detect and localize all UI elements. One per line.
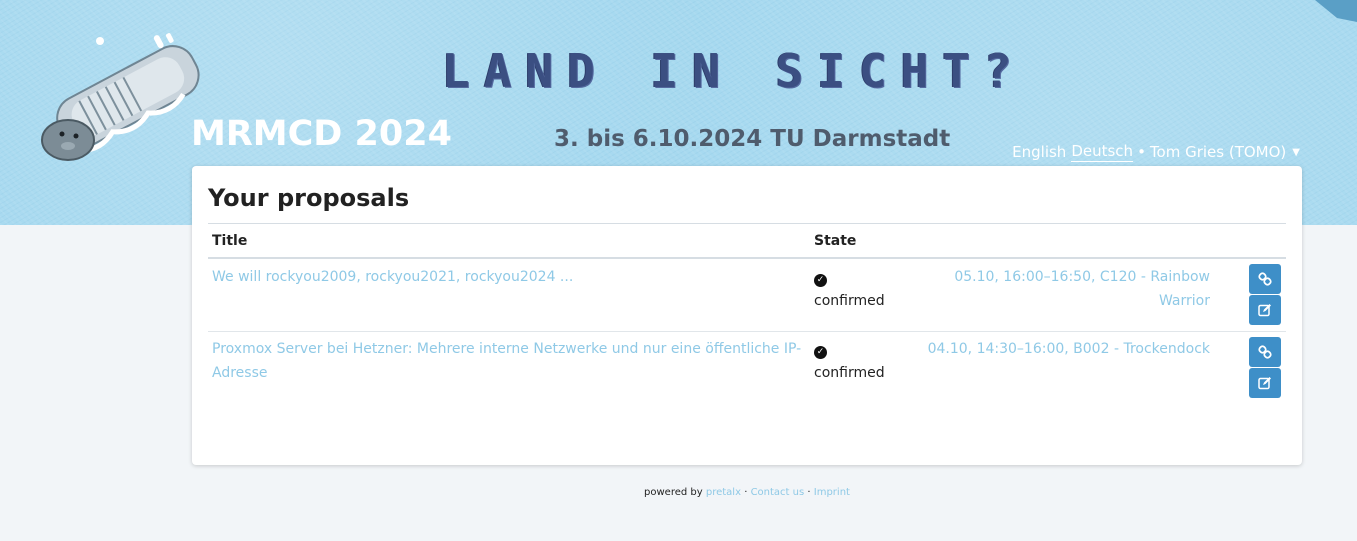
lang-deutsch-link[interactable]: Deutsch <box>1071 142 1134 162</box>
corner-decoration-icon <box>1315 0 1357 22</box>
proposal-title-link[interactable]: Proxmox Server bei Hetzner: Mehrere inte… <box>212 337 802 385</box>
pretalx-link[interactable]: pretalx <box>706 487 741 498</box>
column-header-title: Title <box>212 233 248 249</box>
nav-separator: • <box>1137 143 1146 161</box>
link-icon <box>1258 272 1272 286</box>
page-title: Your proposals <box>208 184 410 212</box>
user-menu[interactable]: Tom Gries (TOMO) ▼ <box>1150 143 1300 161</box>
user-nav: English Deutsch • Tom Gries (TOMO) ▼ <box>1012 142 1300 162</box>
proposals-card: Your proposals Title State We will rocky… <box>192 166 1302 465</box>
edit-button[interactable] <box>1249 295 1281 325</box>
divider <box>208 223 1286 224</box>
state-label: confirmed <box>814 365 885 381</box>
proposal-title-link[interactable]: We will rockyou2009, rockyou2021, rockyo… <box>212 265 802 289</box>
contact-link[interactable]: Contact us <box>751 487 805 498</box>
check-circle-icon: ✓ <box>814 274 827 287</box>
footer-separator: · <box>807 487 811 498</box>
state-label: confirmed <box>814 293 885 309</box>
proposal-state: ✓ confirmed <box>814 265 904 313</box>
proposal-slot-link[interactable]: 05.10, 16:00–16:50, C120 - Rainbow Warri… <box>900 265 1210 313</box>
user-name: Tom Gries (TOMO) <box>1149 143 1287 161</box>
proposal-state: ✓ confirmed <box>814 337 904 385</box>
edit-icon <box>1258 377 1271 390</box>
caret-down-icon: ▼ <box>1292 146 1300 158</box>
link-button[interactable] <box>1249 264 1281 294</box>
proposal-slot-link[interactable]: 04.10, 14:30–16:00, B002 - Trockendock <box>900 337 1210 361</box>
footer-separator: · <box>744 487 748 498</box>
footer: powered by pretalx · Contact us · Imprin… <box>0 487 1357 498</box>
event-dates: 3. bis 6.10.2024 TU Darmstadt <box>554 126 951 152</box>
link-button[interactable] <box>1249 337 1281 367</box>
imprint-link[interactable]: Imprint <box>814 487 850 498</box>
check-circle-icon: ✓ <box>814 346 827 359</box>
mascot-logo-icon <box>41 33 200 161</box>
event-name[interactable]: MRMCD 2024 <box>191 114 452 154</box>
row-divider <box>208 331 1286 332</box>
edit-button[interactable] <box>1249 368 1281 398</box>
powered-by-text: powered by <box>644 487 703 498</box>
column-header-state: State <box>814 233 857 249</box>
edit-icon <box>1258 304 1271 317</box>
tagline: LAND IN SICHT? <box>442 44 1026 98</box>
link-icon <box>1258 345 1272 359</box>
table-header-divider <box>208 257 1286 259</box>
lang-english-link[interactable]: English <box>1012 143 1066 161</box>
